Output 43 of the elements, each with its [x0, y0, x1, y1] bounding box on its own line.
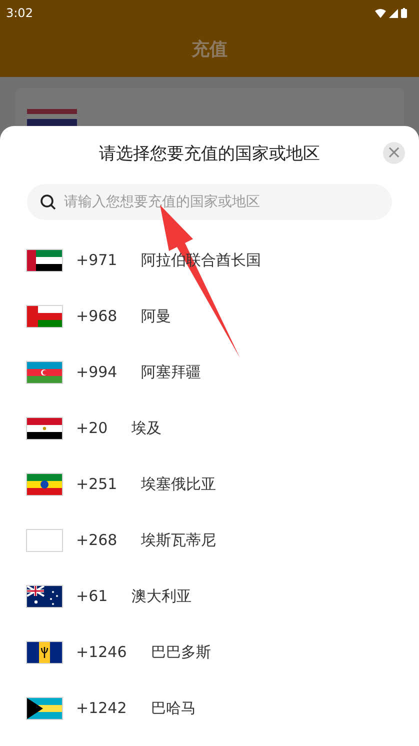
dial-code: +251 — [76, 474, 118, 495]
striped-flag-icon — [27, 306, 62, 326]
country-name: 埃斯瓦蒂尼 — [141, 530, 216, 551]
status-time: 3:02 — [6, 5, 33, 22]
country-item[interactable]: +251 埃塞俄比亚 — [0, 456, 419, 512]
dial-code: +1242 — [76, 698, 127, 719]
country-name: 阿曼 — [141, 306, 172, 327]
country-item[interactable]: +994 阿塞拜疆 — [0, 344, 419, 400]
country-name: 埃塞俄比亚 — [141, 474, 216, 495]
tricolor-flag-icon — [27, 418, 62, 438]
sheet-title: 请选择您要充值的国家或地区 — [99, 143, 320, 166]
wifi-icon — [375, 8, 386, 18]
country-name: 澳大利亚 — [132, 586, 192, 607]
search-field[interactable]: 请输入您想要充值的国家或地区 — [27, 184, 392, 220]
search-icon — [40, 194, 56, 210]
country-name: 巴巴多斯 — [150, 642, 211, 663]
country-item[interactable]: +61 澳大利亚 — [0, 568, 419, 624]
signal-icon — [389, 8, 398, 18]
country-item[interactable]: +1246 巴巴多斯 — [0, 624, 419, 680]
dial-code: +20 — [76, 418, 108, 439]
dial-code: +61 — [76, 586, 108, 607]
country-item[interactable]: +20 埃及 — [0, 400, 419, 456]
dial-code: +971 — [76, 250, 118, 271]
dial-code: +268 — [76, 530, 118, 551]
striped-flag-icon — [27, 109, 77, 126]
crescent-flag-icon — [27, 362, 62, 382]
trident-flag-icon — [27, 642, 62, 662]
star-flag-icon — [27, 586, 62, 606]
country-name: 阿塞拜疆 — [141, 362, 202, 383]
page-title: 充值 — [192, 38, 228, 62]
triangle-flag-icon — [27, 698, 62, 718]
dial-code: +994 — [76, 362, 118, 383]
dial-code: +968 — [76, 306, 118, 327]
blank-flag-icon — [27, 530, 62, 550]
country-name: 巴哈马 — [150, 698, 196, 719]
country-item[interactable]: +268 埃斯瓦蒂尼 — [0, 512, 419, 568]
country-item[interactable]: +968 阿曼 — [0, 288, 419, 344]
tricolor-flag-icon — [27, 250, 62, 270]
battery-icon — [401, 8, 407, 18]
country-name: 埃及 — [132, 418, 162, 439]
dial-code: +1246 — [76, 642, 127, 663]
tricolor-flag-icon — [27, 474, 62, 494]
country-item[interactable]: +1242 巴哈马 — [0, 680, 419, 736]
